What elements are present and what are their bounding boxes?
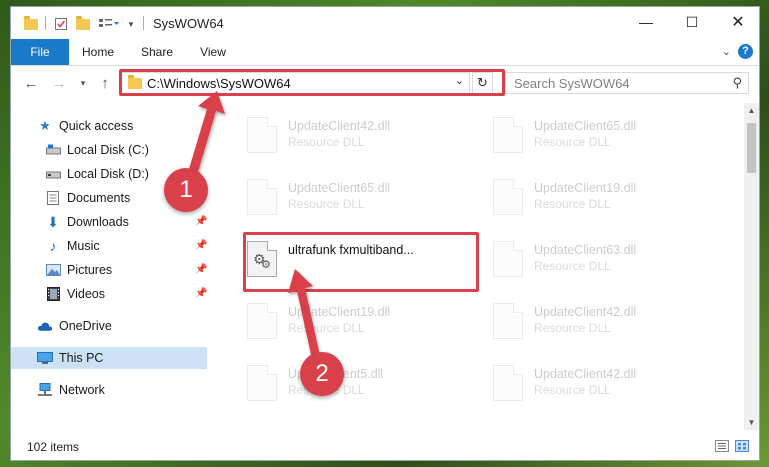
annotation-arrows: [186, 91, 322, 368]
step-badge-2: 2: [300, 352, 344, 396]
file-explorer-window: ▾ SysWOW64 — ☐ ✕ File Home Share View ⌄ …: [10, 6, 760, 461]
step-badge-1: 1: [164, 168, 208, 212]
